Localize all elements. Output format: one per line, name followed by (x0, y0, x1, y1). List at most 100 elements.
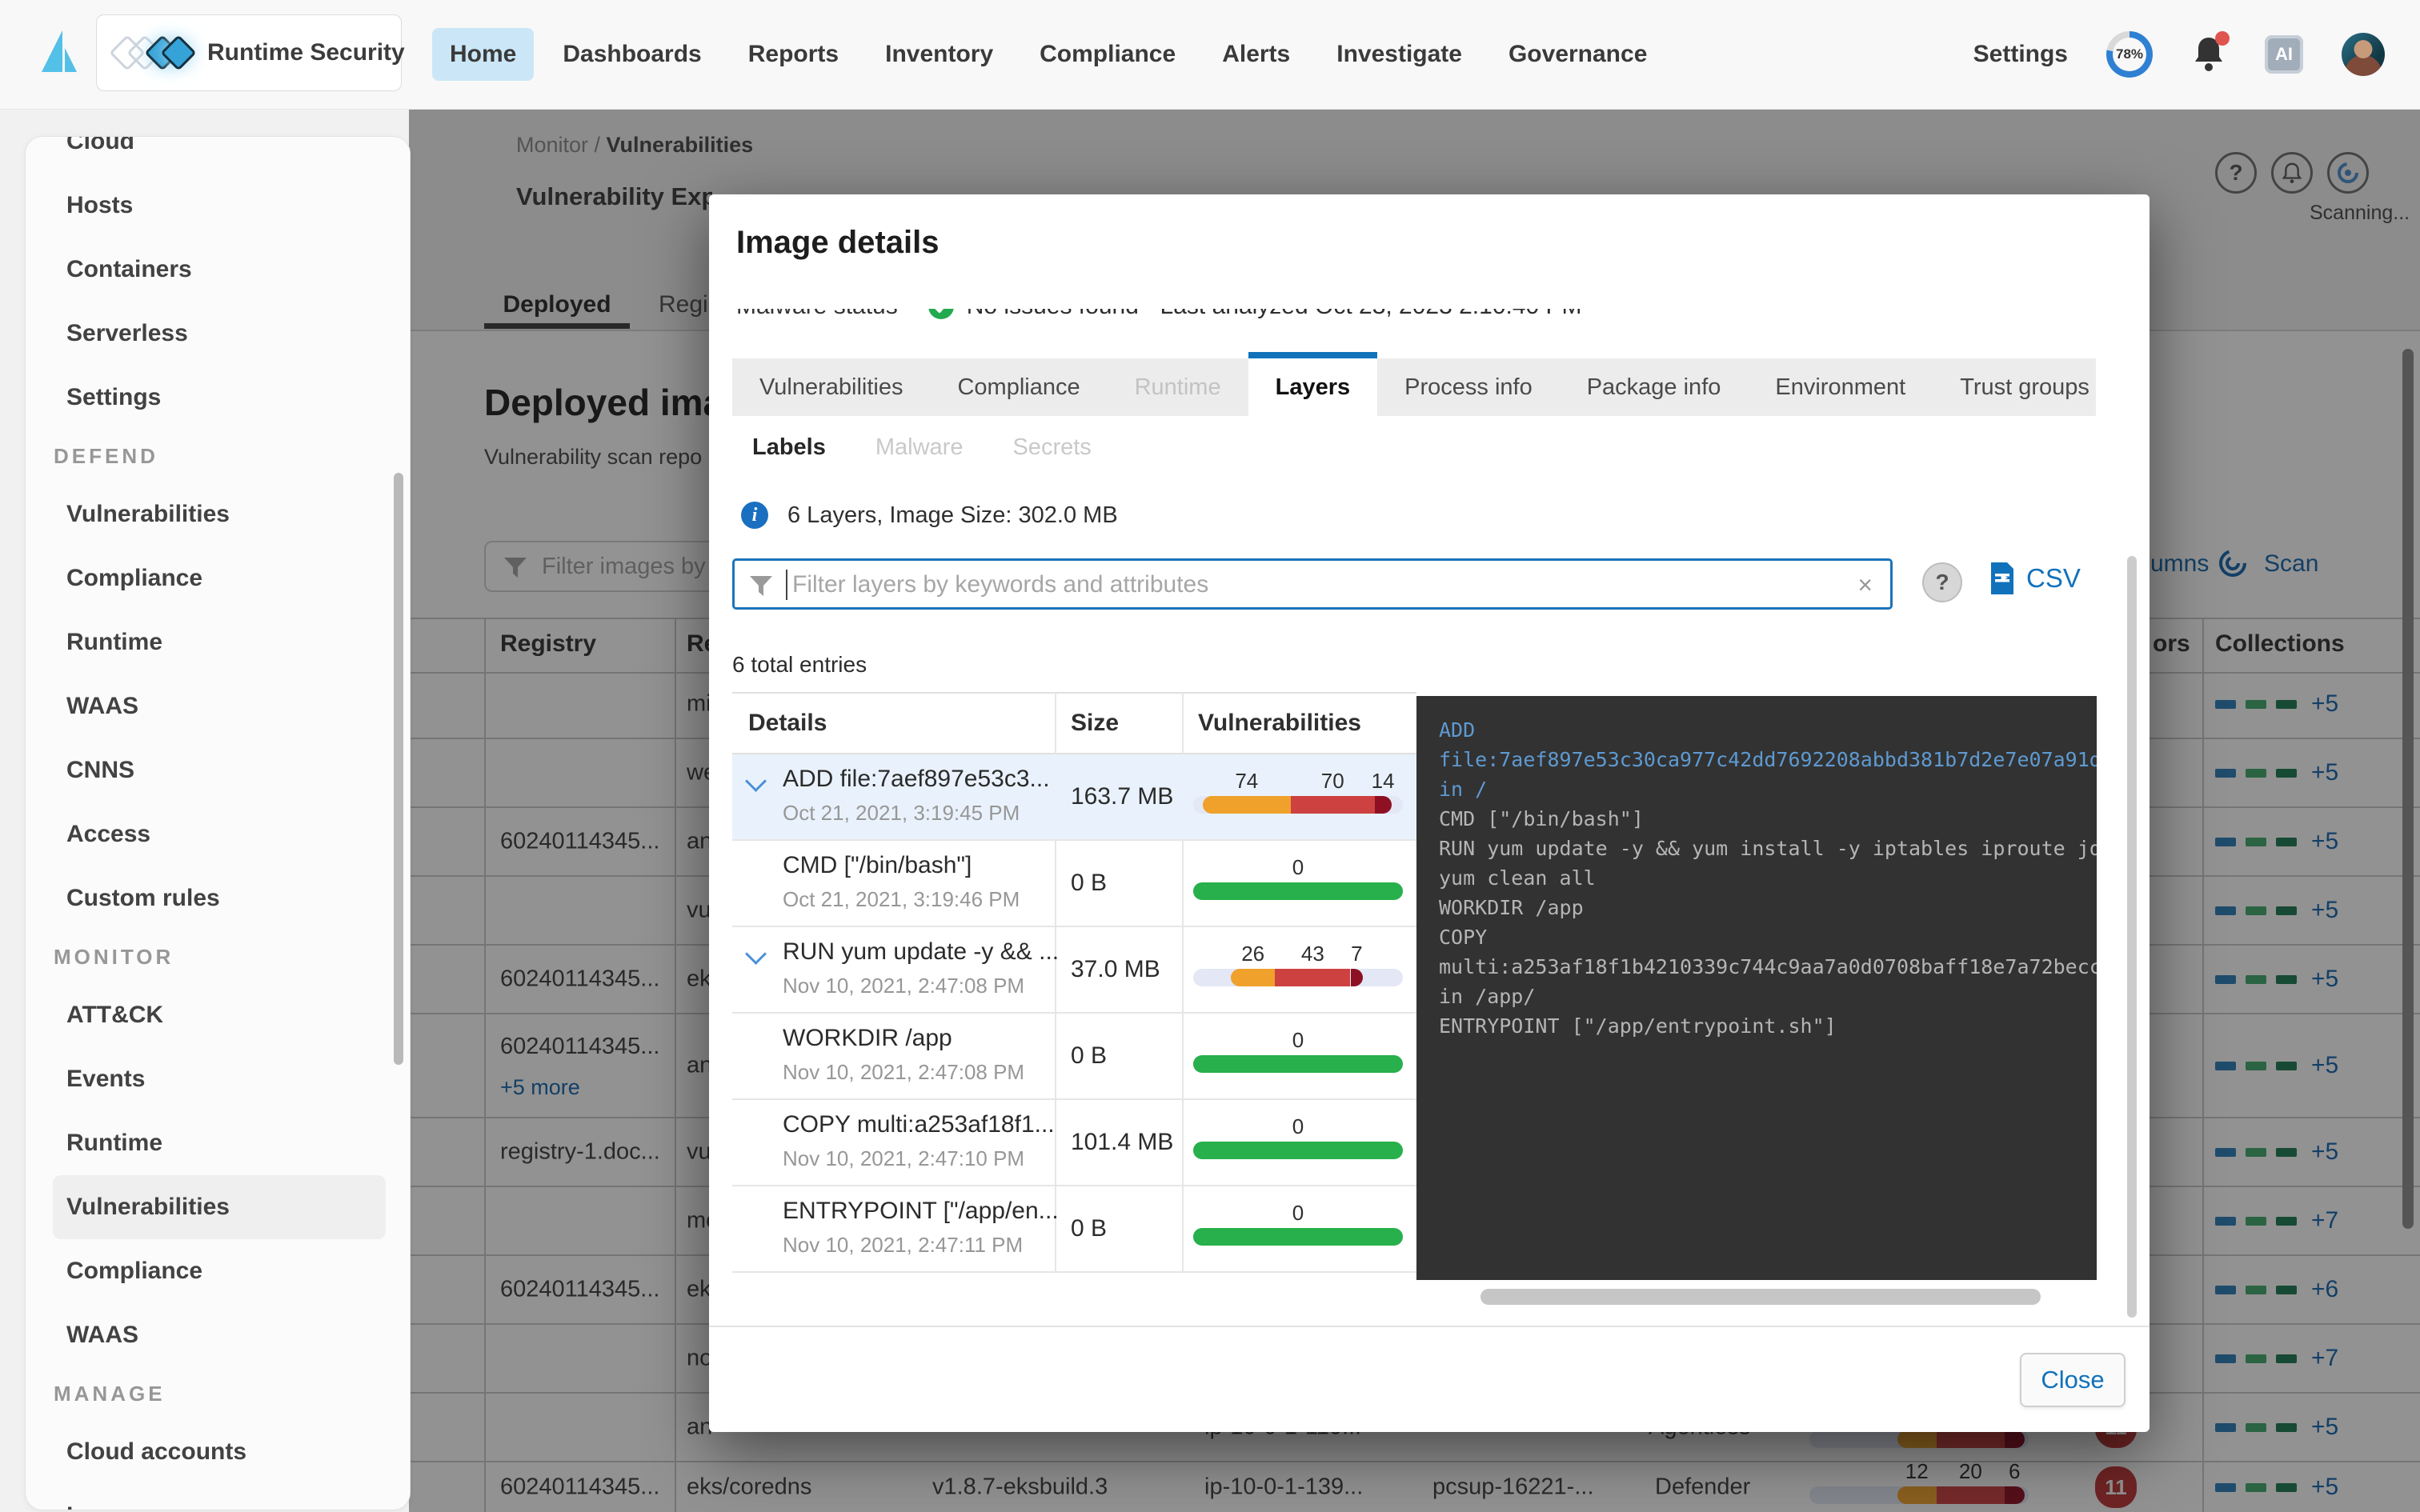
sidebar-item[interactable]: Compliance (26, 546, 410, 610)
nav-tab[interactable]: Alerts (1204, 28, 1308, 81)
product-name: Runtime Security (207, 39, 405, 66)
sidebar-item-label: Serverless (66, 320, 188, 347)
sidebar-item[interactable]: ATT&CK (26, 983, 410, 1047)
app-root: Runtime Security HomeDashboardsReportsIn… (0, 0, 2420, 1512)
modal-tab[interactable]: Vulnerabilities (732, 358, 930, 416)
modal-subtab[interactable]: Secrets (1012, 434, 1091, 461)
clear-filter-button[interactable]: × (1857, 570, 1873, 600)
nav-tab[interactable]: Inventory (867, 28, 1011, 81)
sidebar-item-label: WAAS (66, 1322, 138, 1349)
modal-title: Image details (736, 225, 939, 261)
sidebar-item[interactable]: Events (26, 1047, 410, 1111)
layers-table-header: Details Size Vulnerabilities (732, 692, 1416, 754)
layer-row[interactable]: CMD ["/bin/bash"] Oct 21, 2021, 3:19:46 … (732, 841, 1416, 927)
sidebar-item[interactable]: Runtime (26, 1111, 410, 1175)
col-details[interactable]: Details (748, 710, 827, 737)
sidebar-item[interactable]: Vulnerabilities (26, 482, 410, 546)
filter-funnel-icon (749, 575, 773, 598)
code-line: RUN yum update -y && yum install -y ipta… (1439, 834, 2097, 863)
sidebar-item[interactable]: Custom rules (26, 866, 410, 930)
layer-size: 0 B (1071, 1215, 1107, 1242)
sidebar-item-label: Compliance (66, 565, 202, 592)
sidebar-item[interactable]: DEFEND (26, 430, 410, 482)
layer-date: Nov 10, 2021, 2:47:08 PM (783, 974, 1024, 998)
sidebar-item[interactable]: WAAS (26, 1303, 410, 1367)
sidebar-item-label: Compliance (66, 1258, 202, 1285)
modal-subtab[interactable]: Labels (752, 434, 826, 461)
layer-row[interactable]: COPY multi:a253af18f1... Nov 10, 2021, 2… (732, 1100, 1416, 1186)
sidebar-item[interactable]: Settings (26, 366, 410, 430)
modal-tab[interactable]: Environment (1748, 358, 1933, 416)
ai-chip-label: AI (2275, 44, 2293, 65)
chevron-down-icon[interactable] (745, 943, 767, 965)
nav-tab[interactable]: Investigate (1319, 28, 1480, 81)
sidebar-list: Cloud Hosts Containers Serverless Settin… (26, 136, 410, 1510)
nav-tab[interactable]: Dashboards (545, 28, 719, 81)
sidebar-item[interactable]: Logs (26, 1484, 410, 1510)
modal-tab[interactable]: Trust groups (1933, 358, 2117, 416)
col-size[interactable]: Size (1071, 710, 1119, 737)
modal-tab[interactable]: Package info (1560, 358, 1749, 416)
sidebar-item[interactable]: Serverless (26, 302, 410, 366)
sidebar-item[interactable]: Compliance (26, 1239, 410, 1303)
sidebar-item[interactable]: Runtime (26, 610, 410, 674)
modal-scrollbar[interactable] (2127, 556, 2137, 1318)
modal-tab[interactable]: Layers (1248, 352, 1378, 416)
notification-dot (2215, 31, 2230, 46)
modal-header: Image details (709, 194, 2150, 309)
nav-tab[interactable]: Home (432, 28, 534, 81)
layer-row[interactable]: WORKDIR /app Nov 10, 2021, 2:47:08 PM 0 … (732, 1014, 1416, 1100)
sidebar-item[interactable]: CNNS (26, 738, 410, 802)
modal-tab[interactable]: Runtime (1108, 358, 1248, 416)
modal-tab[interactable]: Compliance (930, 358, 1107, 416)
filter-help-button[interactable]: ? (1922, 562, 1962, 602)
sidebar-item-label: Containers (66, 256, 192, 283)
progress-ring[interactable]: 78% (2106, 31, 2153, 78)
nav-tab[interactable]: Reports (731, 28, 856, 81)
sidebar-item[interactable]: Access (26, 802, 410, 866)
sidebar-item-label: Events (66, 1066, 145, 1093)
sidebar-item-label: Cloud accounts (66, 1438, 246, 1466)
layer-size: 101.4 MB (1071, 1129, 1173, 1156)
close-button[interactable]: Close (2020, 1353, 2126, 1407)
chevron-down-icon[interactable] (745, 770, 767, 792)
severity-bar: 0 (1193, 1055, 1403, 1073)
top-right-cluster: Settings 78% AI (1973, 0, 2385, 109)
sidebar-item[interactable]: Cloud accounts (26, 1420, 410, 1484)
settings-link[interactable]: Settings (1973, 41, 2068, 68)
modal-subtab[interactable]: Malware (875, 434, 964, 461)
sidebar-scrollbar[interactable] (394, 473, 403, 1065)
layer-date: Nov 10, 2021, 2:47:08 PM (783, 1060, 1024, 1085)
modal-tab[interactable]: Process info (1377, 358, 1560, 416)
severity-bar: 0 (1193, 1228, 1403, 1246)
layer-row[interactable]: ADD file:7aef897e53c3... Oct 21, 2021, 3… (732, 754, 1416, 841)
nav-tab[interactable]: Governance (1491, 28, 1665, 81)
product-switcher[interactable]: Runtime Security (96, 14, 402, 91)
sidebar-item-label: ATT&CK (66, 1002, 163, 1029)
layer-row[interactable]: RUN yum update -y && ... Nov 10, 2021, 2… (732, 927, 1416, 1014)
sidebar-item-label: Runtime (66, 629, 162, 656)
sidebar-item[interactable]: Cloud (26, 136, 410, 174)
sidebar-item[interactable]: MANAGE (26, 1367, 410, 1420)
sidebar-item-label: Access (66, 821, 150, 848)
code-line: multi:a253af18f1b4210339c744c9aa7a0d0708… (1439, 952, 2097, 982)
ai-assistant-button[interactable]: AI (2265, 35, 2303, 74)
export-csv-button[interactable]: CSV (1988, 561, 2081, 596)
sidebar-item[interactable]: Hosts (26, 174, 410, 238)
sidebar-item[interactable]: Containers (26, 238, 410, 302)
sidebar-item[interactable]: Vulnerabilities (53, 1175, 386, 1239)
sidebar-item[interactable]: MONITOR (26, 930, 410, 983)
nav-tab[interactable]: Compliance (1022, 28, 1193, 81)
sidebar-item-label: Logs (66, 1502, 124, 1510)
layers-filter-input[interactable]: Filter layers by keywords and attributes… (732, 558, 1893, 610)
code-line: WORKDIR /app (1439, 893, 2097, 922)
sidebar-item[interactable]: WAAS (26, 674, 410, 738)
col-vulnerabilities[interactable]: Vulnerabilities (1198, 710, 1361, 737)
layer-row[interactable]: ENTRYPOINT ["/app/en... Nov 10, 2021, 2:… (732, 1186, 1416, 1273)
code-horizontal-scrollbar[interactable] (1480, 1289, 2041, 1305)
csv-file-icon (1988, 561, 2017, 596)
notifications-button[interactable] (2191, 34, 2226, 75)
severity-bar: 0 (1193, 1142, 1403, 1159)
user-avatar[interactable] (2342, 33, 2385, 76)
info-icon: i (741, 502, 768, 529)
